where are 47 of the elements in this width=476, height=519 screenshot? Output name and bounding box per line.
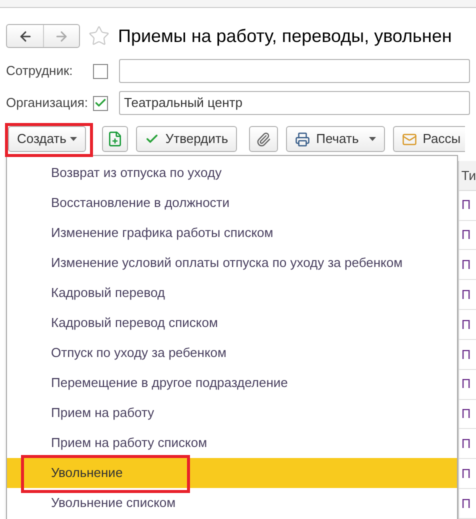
- menu-item[interactable]: Кадровый перевод списком: [7, 308, 458, 338]
- menu-item[interactable]: Перемещение в другое подразделение: [7, 368, 458, 398]
- approve-button[interactable]: Утвердить: [136, 126, 238, 152]
- caret-icon: [70, 137, 78, 141]
- envelope-icon: [402, 132, 417, 146]
- attach-button[interactable]: [249, 126, 278, 152]
- printer-icon: [295, 132, 310, 146]
- menu-item[interactable]: Изменение условий оплаты отпуска по уходу за ребенком: [7, 248, 458, 278]
- add-document-button[interactable]: [102, 126, 128, 152]
- caret-icon: [368, 137, 376, 141]
- table-cell: П: [459, 429, 476, 460]
- table-cell: П: [459, 459, 476, 490]
- menu-item[interactable]: Прием на работу списком: [7, 428, 458, 458]
- forward-icon: [54, 28, 69, 44]
- favorite-star-icon[interactable]: [88, 25, 110, 47]
- paperclip-icon: [256, 132, 272, 146]
- menu-item[interactable]: Изменение графика работы списком: [7, 218, 458, 248]
- table-cell: П: [459, 250, 476, 280]
- table-cell: П: [459, 280, 476, 310]
- table-cell: П: [459, 220, 476, 250]
- filter-field[interactable]: Театральный центр: [119, 91, 470, 115]
- check-icon: [145, 132, 160, 146]
- table-cell: П: [459, 340, 476, 370]
- table-cell: П: [459, 489, 476, 519]
- print-button[interactable]: Печать: [286, 126, 385, 152]
- menu-item[interactable]: Отпуск по уходу за ребенком: [7, 338, 458, 368]
- filter-field[interactable]: [119, 59, 470, 83]
- column-header: Ти: [459, 161, 476, 191]
- table-cell: П: [459, 400, 476, 430]
- menu-item[interactable]: Возврат из отпуска по уходу: [7, 158, 458, 188]
- filter-label: Организация:: [6, 94, 90, 112]
- filter-label: Сотрудник:: [6, 62, 74, 80]
- menu-item[interactable]: Увольнение: [7, 458, 458, 488]
- menu-item[interactable]: Прием на работу: [7, 398, 458, 428]
- table-cell: П: [459, 190, 476, 221]
- table-cell: П: [459, 370, 476, 400]
- table-cell: П: [459, 310, 476, 340]
- window-title: Приемы на работу, переводы, увольнен: [118, 24, 452, 48]
- filter-checkbox[interactable]: [93, 96, 108, 110]
- create-button[interactable]: Создать: [8, 126, 86, 152]
- menu-item[interactable]: Увольнение списком: [7, 488, 458, 518]
- menu-item[interactable]: Кадровый перевод: [7, 278, 458, 308]
- filter-checkbox[interactable]: [93, 64, 108, 78]
- mailing-button[interactable]: Рассы: [392, 126, 465, 152]
- add-document-icon: [107, 131, 124, 147]
- menu-item[interactable]: Восстановление в должности: [7, 188, 458, 218]
- back-icon: [18, 28, 32, 44]
